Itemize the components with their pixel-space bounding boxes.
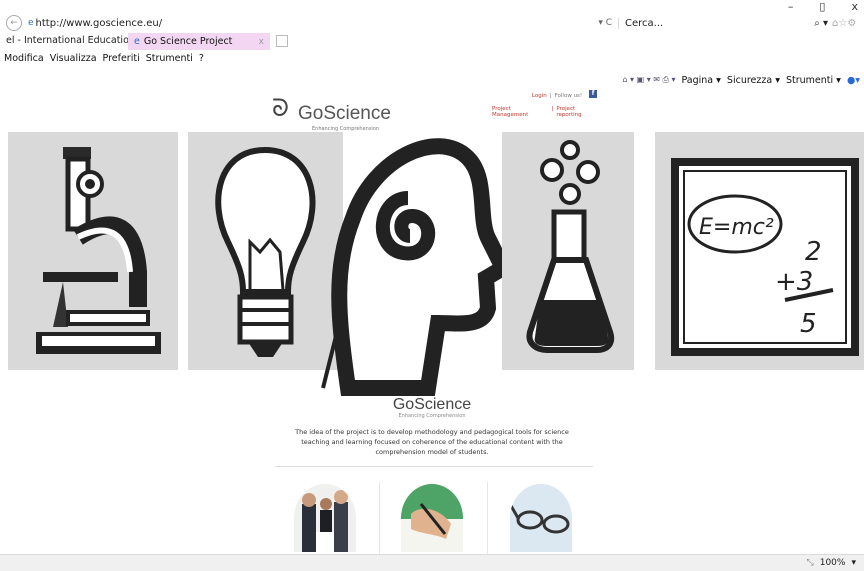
browser-window: – ▯ x ← e http://www.goscience.eu/ ▾ C C…: [0, 0, 864, 571]
microscope-icon: [36, 147, 161, 354]
back-icon[interactable]: ←: [6, 15, 22, 31]
ie-page-icon: e: [28, 18, 34, 28]
project-reporting-link[interactable]: Project reporting: [556, 106, 602, 118]
blackboard-panel: E=mc² 2 +3 5: [655, 132, 864, 370]
follow-label: Follow us!: [554, 93, 583, 99]
writing-image[interactable]: [401, 484, 463, 552]
project-description: The idea of the project is to develop me…: [295, 428, 569, 456]
column-divider: [487, 482, 488, 554]
students-image[interactable]: [294, 484, 356, 552]
address-text: http://www.goscience.eu/: [35, 17, 163, 29]
intro-section: GoScience Enhancing Comprehension The id…: [0, 396, 864, 457]
menu-bar: Modifica Visualizza Preferiti Strumenti …: [0, 53, 204, 67]
browser-chrome: – ▯ x ← e http://www.goscience.eu/ ▾ C C…: [0, 0, 864, 52]
menu-visualizza[interactable]: Visualizza: [50, 53, 97, 67]
link-separator: |: [549, 93, 552, 99]
refresh-icon[interactable]: ▾ C: [598, 18, 612, 28]
command-pagina[interactable]: Pagina ▾: [681, 75, 720, 86]
close-button[interactable]: x: [851, 0, 858, 13]
writing-photo: [401, 503, 463, 552]
tab-strip: el - International Education a... e Go S…: [0, 33, 294, 50]
section-tagline: Enhancing Comprehension: [398, 413, 466, 419]
glasses-image[interactable]: [510, 484, 572, 552]
maximize-button[interactable]: ▯: [819, 0, 825, 13]
column-divider: [379, 482, 380, 554]
flask-icon: [526, 140, 615, 353]
glasses-photo: [510, 503, 570, 534]
link-separator: |: [551, 106, 554, 112]
search-box[interactable]: Cerca... ⌕ ▾: [618, 17, 828, 29]
top-links: Login | Follow us! Project Management | …: [492, 90, 602, 118]
chevron-down-icon[interactable]: ▾: [851, 558, 856, 568]
students-photo: [302, 490, 348, 552]
menu-modifica[interactable]: Modifica: [4, 53, 44, 67]
close-tab-icon[interactable]: x: [259, 37, 264, 47]
command-sicurezza[interactable]: Sicurezza ▾: [727, 75, 780, 86]
section-divider: [275, 466, 593, 467]
window-controls: – ▯ x: [788, 0, 858, 13]
home-star-gear-icons[interactable]: ⌂☆⚙: [832, 18, 856, 29]
command-strumenti[interactable]: Strumenti ▾: [786, 75, 841, 86]
zoom-level: 100%: [819, 558, 846, 568]
command-icons[interactable]: ⌂ ▾ ▣ ▾ ✉ ⎙ ▾: [622, 75, 675, 85]
formula-text: E=mc²: [699, 215, 774, 240]
head-spiral-icon: [321, 138, 508, 396]
address-bar[interactable]: e http://www.goscience.eu/ ▾ C: [28, 18, 618, 29]
sum-result: 5: [800, 309, 817, 339]
hero-banner: E=mc² 2 +3 5: [0, 132, 864, 396]
facebook-icon[interactable]: f: [589, 90, 597, 98]
search-icon[interactable]: ⌕ ▾: [814, 18, 828, 29]
zoom-control[interactable]: ⤡ 100% ▾: [807, 558, 856, 568]
tab-go-science[interactable]: e Go Science Project x: [128, 33, 270, 50]
microscope-panel: [8, 132, 178, 370]
tab-international-education[interactable]: el - International Education a...: [0, 33, 128, 50]
project-management-link[interactable]: Project Management: [492, 106, 549, 118]
zoom-icon: ⤡: [806, 558, 814, 568]
sum-top: 2: [805, 237, 822, 267]
status-bar: ⤡ 100% ▾: [0, 554, 864, 571]
menu-strumenti[interactable]: Strumenti: [146, 53, 193, 67]
sum-middle: +3: [775, 267, 813, 297]
help-icon[interactable]: ●▾: [847, 75, 860, 86]
flask-panel: [502, 132, 634, 370]
menu-preferiti[interactable]: Preferiti: [103, 53, 140, 67]
blackboard-icon: E=mc² 2 +3 5: [671, 158, 859, 356]
tab-label: Go Science Project: [143, 36, 233, 47]
address-row: ← e http://www.goscience.eu/ ▾ C Cerca..…: [0, 14, 864, 32]
web-page: ᘐ GoScience Enhancing Comprehension Logi…: [0, 90, 864, 554]
ie-tab-icon: e: [134, 36, 140, 47]
menu-help[interactable]: ?: [199, 53, 204, 67]
login-link[interactable]: Login: [532, 93, 547, 99]
command-bar: ⌂ ▾ ▣ ▾ ✉ ⎙ ▾ Pagina ▾ Sicurezza ▾ Strum…: [622, 73, 860, 87]
new-tab-icon[interactable]: [276, 35, 288, 47]
section-brand: GoScience: [392, 396, 472, 413]
swirl-icon: ᘐ: [272, 94, 289, 122]
minimize-button[interactable]: –: [788, 0, 794, 13]
search-input[interactable]: Cerca...: [625, 18, 814, 29]
